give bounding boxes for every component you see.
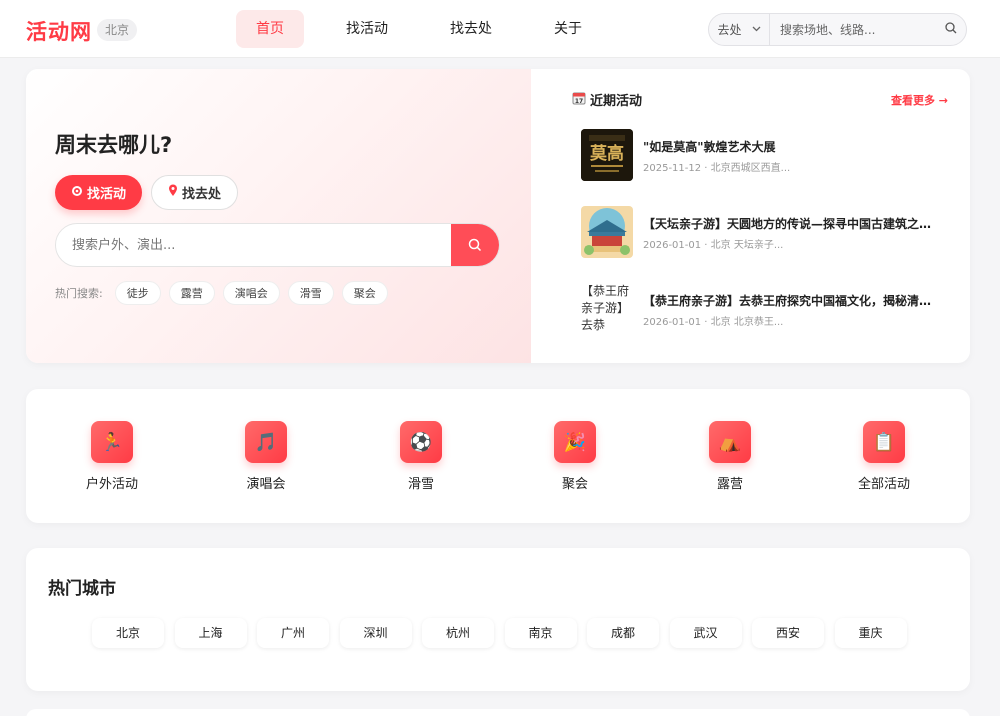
city-chip[interactable]: 深圳 <box>339 618 412 648</box>
party-popper-icon: 🎉 <box>554 421 596 463</box>
event-item[interactable]: 【天坛亲子游】天圆地方的传说—探寻中国古建筑之美、... 2026-01-01 … <box>581 206 951 258</box>
search-type-select[interactable]: 去处 <box>709 14 770 45</box>
event-thumbnail <box>581 206 633 258</box>
category-label: 露营 <box>716 477 743 492</box>
category-skiing[interactable]: ⚽ 滑雪 <box>366 421 476 492</box>
hero-title: 周末去哪儿? <box>55 133 173 157</box>
event-meta: 2026-01-01 · 北京 北京恭王... <box>643 317 784 328</box>
svg-text:17: 17 <box>575 97 583 104</box>
category-camping[interactable]: ⛺ 露营 <box>675 421 785 492</box>
view-more-link[interactable]: 查看更多 → <box>891 92 948 108</box>
hot-tag[interactable]: 聚会 <box>341 281 388 305</box>
event-title: 【恭王府亲子游】去恭王府探究中国福文化，揭秘清王朝... <box>643 294 943 308</box>
event-thumbnail: 莫高 <box>581 129 633 181</box>
hot-search-row: 热门搜索: 徒步 露营 演唱会 滑雪 聚会 <box>55 281 396 305</box>
pin-icon <box>168 184 178 201</box>
hot-tag[interactable]: 演唱会 <box>222 281 280 305</box>
hero-search-button[interactable] <box>451 224 499 266</box>
city-chip[interactable]: 南京 <box>504 618 577 648</box>
category-panel: 🏃 户外活动 🎵 演唱会 ⚽ 滑雪 🎉 聚会 ⛺ 露营 📋 全部活动 <box>26 389 970 523</box>
tab-find-events-label: 找活动 <box>86 187 126 202</box>
category-concert[interactable]: 🎵 演唱会 <box>211 421 321 492</box>
hot-tag[interactable]: 露营 <box>168 281 215 305</box>
category-outdoor[interactable]: 🏃 户外活动 <box>57 421 167 492</box>
hot-search-label: 热门搜索: <box>55 287 103 300</box>
recent-events-title: 近期活动 <box>590 94 643 109</box>
city-chip[interactable]: 上海 <box>174 618 247 648</box>
event-meta: 2026-01-01 · 北京 天坛亲子... <box>643 240 784 251</box>
site-logo[interactable]: 活动网 <box>26 16 92 46</box>
event-title: "如是莫高"敦煌艺术大展 <box>643 140 776 154</box>
event-thumbnail-broken: 【恭王府亲子游】去恭 <box>581 283 633 335</box>
header-search-bar: 去处 <box>708 13 967 46</box>
header-search-input[interactable] <box>770 14 936 45</box>
chevron-down-icon <box>752 24 761 35</box>
svg-text:莫高: 莫高 <box>589 143 624 164</box>
target-icon <box>71 185 83 201</box>
hot-cities-panel: 热门城市 北京 上海 广州 深圳 杭州 南京 成都 武汉 西安 重庆 <box>26 548 970 691</box>
nav-about[interactable]: 关于 <box>534 10 602 48</box>
main-nav: 首页 找活动 找去处 关于 <box>236 10 624 48</box>
next-section-edge <box>26 709 970 716</box>
nav-find-events[interactable]: 找活动 <box>326 10 408 48</box>
city-chip[interactable]: 北京 <box>92 618 164 648</box>
search-icon[interactable] <box>936 21 966 38</box>
event-item[interactable]: 莫高 "如是莫高"敦煌艺术大展 2025-11-12 · 北京西城区西直... <box>581 129 951 181</box>
tent-icon: ⛺ <box>709 421 751 463</box>
city-chip[interactable]: 武汉 <box>669 618 742 648</box>
top-header: 活动网 北京 首页 找活动 找去处 关于 去处 <box>0 0 1000 58</box>
tab-find-places-label: 找去处 <box>181 187 221 202</box>
hero-search-panel: 周末去哪儿? 找活动 找去处 热门搜索: 徒步 露营 演唱会 滑雪 聚会 <box>26 69 531 363</box>
category-label: 全部活动 <box>857 477 910 492</box>
city-chip[interactable]: 杭州 <box>422 618 494 648</box>
category-label: 户外活动 <box>85 477 138 492</box>
event-title: 【天坛亲子游】天圆地方的传说—探寻中国古建筑之美、... <box>643 217 943 231</box>
clipboard-icon: 📋 <box>863 421 905 463</box>
hot-cities-title: 热门城市 <box>48 579 116 599</box>
soccer-ball-icon: ⚽ <box>400 421 442 463</box>
nav-home[interactable]: 首页 <box>236 10 304 48</box>
calendar-icon: 17 <box>572 91 586 109</box>
recent-events-panel: 17 近期活动 查看更多 → 莫高 "如是莫高"敦煌艺术大展 2025-11-1… <box>531 69 970 363</box>
category-party[interactable]: 🎉 聚会 <box>520 421 630 492</box>
city-list: 北京 上海 广州 深圳 杭州 南京 成都 武汉 西安 重庆 <box>92 618 917 648</box>
event-meta: 2025-11-12 · 北京西城区西直... <box>643 163 791 174</box>
city-chip[interactable]: 西安 <box>752 618 824 648</box>
recent-events-heading: 17 近期活动 <box>572 90 642 109</box>
city-chip[interactable]: 重庆 <box>834 618 907 648</box>
hero-search-box <box>55 223 500 267</box>
category-label: 聚会 <box>561 477 588 492</box>
broken-image-alt-text: 【恭王府亲子游】去恭 <box>581 284 630 332</box>
hot-tag[interactable]: 徒步 <box>114 281 161 305</box>
music-note-icon: 🎵 <box>245 421 287 463</box>
search-type-value: 去处 <box>717 23 742 37</box>
tab-find-events[interactable]: 找活动 <box>55 175 142 210</box>
hot-tag[interactable]: 滑雪 <box>287 281 334 305</box>
city-chip[interactable]: 广州 <box>257 618 329 648</box>
category-label: 演唱会 <box>246 477 286 492</box>
hero-search-input[interactable] <box>56 224 452 266</box>
category-label: 滑雪 <box>407 477 434 492</box>
city-chip[interactable]: 成都 <box>587 618 659 648</box>
category-all[interactable]: 📋 全部活动 <box>829 421 939 492</box>
hero-card: 周末去哪儿? 找活动 找去处 热门搜索: 徒步 露营 演唱会 滑雪 聚会 <box>26 69 970 363</box>
tab-find-places[interactable]: 找去处 <box>151 175 238 210</box>
current-city-badge[interactable]: 北京 <box>97 19 138 41</box>
event-item[interactable]: 【恭王府亲子游】去恭 【恭王府亲子游】去恭王府探究中国福文化，揭秘清王朝... … <box>581 283 951 335</box>
runner-icon: 🏃 <box>91 421 133 463</box>
nav-find-places[interactable]: 找去处 <box>430 10 512 48</box>
